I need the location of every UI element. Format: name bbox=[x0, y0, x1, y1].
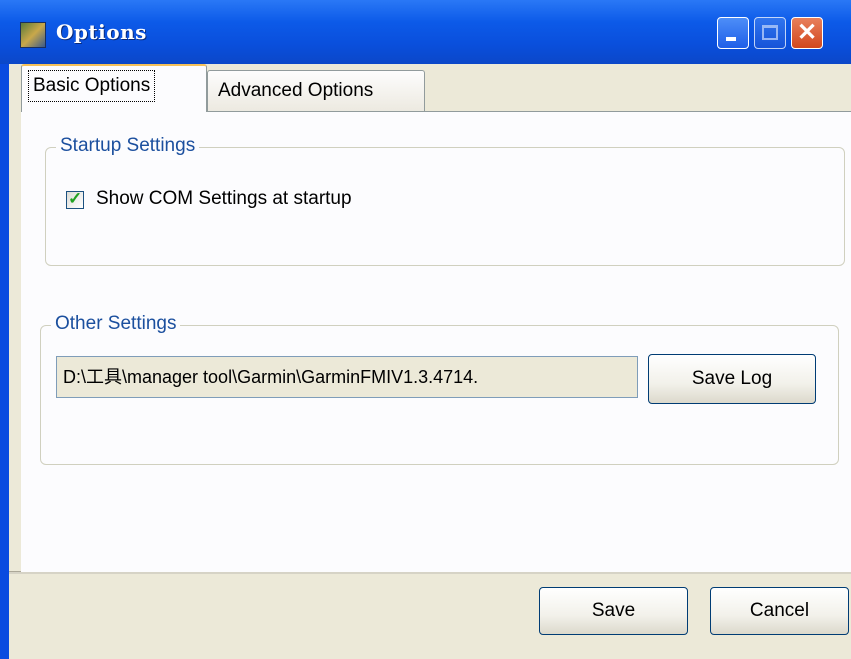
other-settings-legend: Other Settings bbox=[51, 313, 181, 335]
tab-advanced-options[interactable]: Advanced Options bbox=[207, 70, 425, 112]
startup-settings-legend: Startup Settings bbox=[56, 135, 200, 157]
log-path-field[interactable]: D:\工具\manager tool\Garmin\GarminFMIV1.3.… bbox=[56, 356, 638, 398]
close-icon: ✕ bbox=[796, 19, 818, 46]
window-title: Options bbox=[56, 20, 147, 44]
close-button[interactable]: ✕ bbox=[791, 17, 823, 49]
minimize-button[interactable] bbox=[717, 17, 749, 49]
save-button[interactable]: Save bbox=[539, 587, 688, 635]
check-icon: ✓ bbox=[68, 189, 83, 208]
app-icon bbox=[20, 22, 46, 48]
maximize-icon bbox=[762, 25, 778, 40]
minimize-icon bbox=[726, 37, 736, 41]
options-window: Options ✕ Basic Options Advanced Options… bbox=[0, 0, 851, 659]
startup-settings-group: Startup Settings ✓ Show COM Settings at … bbox=[45, 135, 845, 266]
tab-basic-options[interactable]: Basic Options bbox=[21, 64, 207, 112]
title-bar[interactable]: Options ✕ bbox=[0, 0, 851, 64]
tab-advanced-options-label: Advanced Options bbox=[218, 80, 374, 101]
other-settings-group: Other Settings D:\工具\manager tool\Garmin… bbox=[40, 313, 839, 465]
show-com-settings-label[interactable]: Show COM Settings at startup bbox=[96, 188, 352, 210]
maximize-button[interactable] bbox=[754, 17, 786, 49]
show-com-settings-checkbox[interactable]: ✓ bbox=[66, 189, 84, 209]
save-log-button[interactable]: Save Log bbox=[648, 354, 816, 404]
tab-page-basic-options: Startup Settings ✓ Show COM Settings at … bbox=[21, 111, 851, 572]
client-area: Basic Options Advanced Options Startup S… bbox=[9, 64, 851, 659]
tab-basic-options-label: Basic Options bbox=[28, 70, 156, 102]
cancel-button[interactable]: Cancel bbox=[710, 587, 849, 635]
